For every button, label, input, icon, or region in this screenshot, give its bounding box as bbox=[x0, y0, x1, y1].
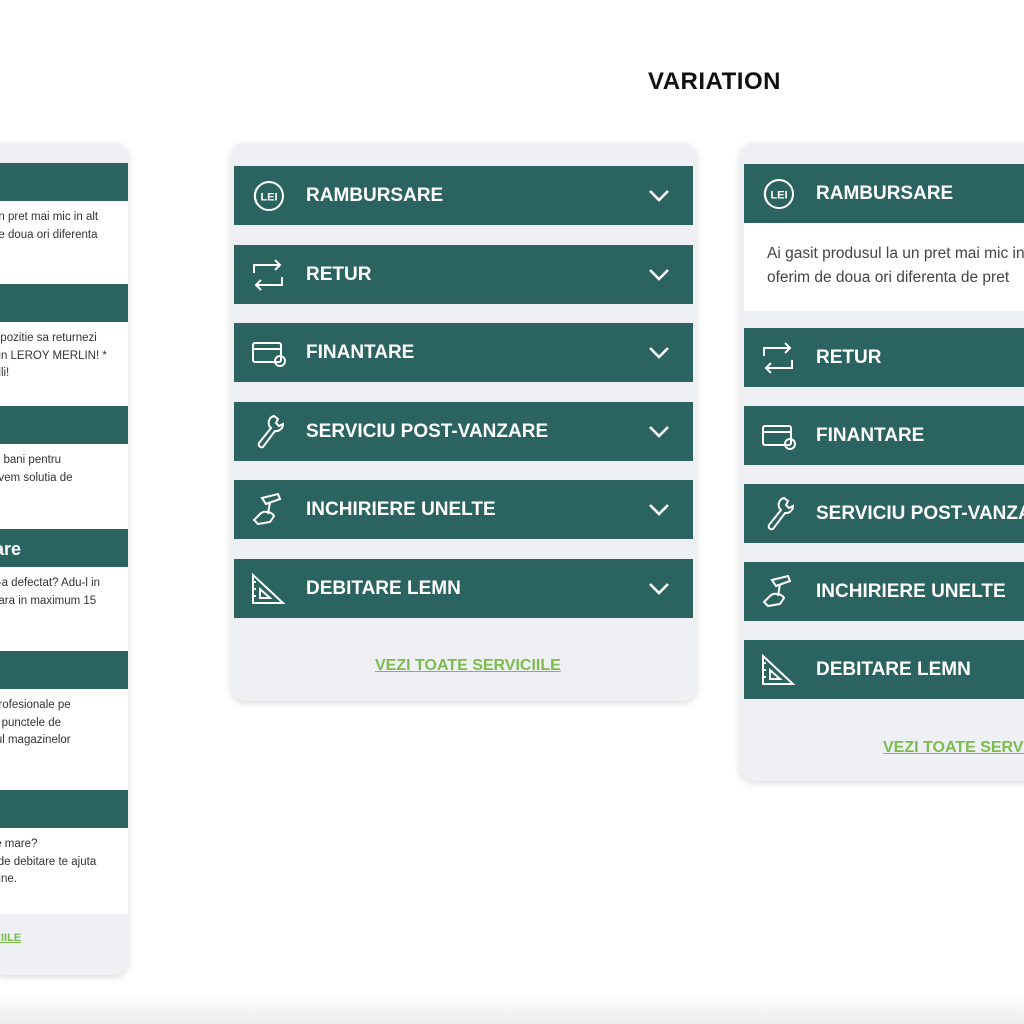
control-accordion-header[interactable] bbox=[0, 284, 128, 322]
accordion-label: RETUR bbox=[816, 346, 882, 368]
control-accordion-body: te mare? l de debitare te ajuta iune. bbox=[0, 828, 128, 914]
expanded-text-line: Ai gasit produsul la un pret mai mic in … bbox=[767, 245, 1024, 262]
variation-heading: VARIATION bbox=[648, 68, 781, 95]
accordion-item-debitare-lemn[interactable]: DEBITARE LEMN bbox=[234, 559, 693, 618]
accordion-label: INCHIRIERE UNELTE bbox=[306, 498, 496, 520]
svg-text:LEI: LEI bbox=[260, 191, 277, 203]
control-accordion-header[interactable]: are bbox=[0, 529, 128, 567]
accordion-label: RETUR bbox=[306, 263, 372, 285]
services-accordion-collapsed: LEI RAMBURSARE RETUR FINANTARE SERVICIU … bbox=[231, 143, 696, 701]
control-accordion-header[interactable] bbox=[0, 790, 128, 828]
control-see-all-link[interactable]: ICIILE bbox=[0, 932, 21, 944]
chevron-down-icon[interactable] bbox=[639, 490, 679, 530]
control-accordion-body: s-a defectat? Adu-l in para in maximum 1… bbox=[0, 567, 128, 655]
services-accordion-variation: LEI RAMBURSARE Ai gasit produsul la un p… bbox=[740, 143, 1024, 781]
accordion-label: INCHIRIERE UNELTE bbox=[816, 580, 1006, 602]
accordion-label: RAMBURSARE bbox=[816, 182, 954, 204]
chevron-down-icon[interactable] bbox=[639, 569, 679, 609]
control-accordion-body: ispozitie sa returnezi din LEROY MERLIN!… bbox=[0, 322, 128, 408]
chevron-down-icon[interactable] bbox=[639, 333, 679, 373]
accordion-item-retur[interactable]: RETUR bbox=[234, 245, 693, 304]
chevron-down-icon[interactable] bbox=[639, 176, 679, 216]
control-accordion-header[interactable] bbox=[0, 406, 128, 444]
set-square-icon bbox=[246, 567, 290, 611]
chevron-down-icon[interactable] bbox=[639, 412, 679, 452]
accordion-label: SERVICIU POST-VANZARE bbox=[306, 420, 549, 442]
accordion-label: RAMBURSARE bbox=[306, 184, 444, 206]
wrench-icon bbox=[246, 410, 290, 454]
accordion-label: FINANTARE bbox=[306, 341, 415, 363]
svg-text:LEI: LEI bbox=[770, 189, 787, 201]
chevron-down-icon[interactable] bbox=[639, 255, 679, 295]
accordion-item-finantare[interactable]: FINANTARE bbox=[744, 406, 1024, 465]
control-panel: un pret mai mic in alt de doua ori difer… bbox=[0, 143, 128, 975]
control-accordion-body: un pret mai mic in alt de doua ori difer… bbox=[0, 201, 128, 285]
accordion-label: SERVICIU POST-VANZARE bbox=[816, 502, 1024, 524]
hammer-hand-icon bbox=[756, 570, 800, 614]
accordion-item-rambursare[interactable]: LEI RAMBURSARE bbox=[234, 166, 693, 225]
accordion-label: FINANTARE bbox=[816, 424, 925, 446]
accordion-label: DEBITARE LEMN bbox=[816, 658, 971, 680]
see-all-services-link[interactable]: VEZI TOATE SERVICIILE bbox=[375, 657, 561, 675]
bottom-edge bbox=[0, 992, 1024, 1024]
accordion-item-retur[interactable]: RETUR bbox=[744, 328, 1024, 387]
set-square-icon bbox=[756, 648, 800, 692]
accordion-item-finantare[interactable]: FINANTARE bbox=[234, 323, 693, 382]
credit-card-icon bbox=[246, 331, 290, 375]
accordion-item-debitare-lemn[interactable]: DEBITARE LEMN bbox=[744, 640, 1024, 699]
accordion-item-inchiriere-unelte[interactable]: INCHIRIERE UNELTE bbox=[234, 480, 693, 539]
accordion-item-inchiriere-unelte[interactable]: INCHIRIERE UNELTE bbox=[744, 562, 1024, 621]
control-accordion-header[interactable] bbox=[0, 163, 128, 201]
return-arrows-icon bbox=[246, 253, 290, 297]
accordion-item-rambursare[interactable]: LEI RAMBURSARE bbox=[744, 164, 1024, 223]
control-accordion-body: profesionale pe a punctele de rul magazi… bbox=[0, 689, 128, 793]
lei-coin-icon: LEI bbox=[756, 172, 800, 216]
wrench-icon bbox=[756, 492, 800, 536]
control-accordion-header[interactable] bbox=[0, 651, 128, 689]
accordion-label: DEBITARE LEMN bbox=[306, 577, 461, 599]
expanded-text-line: oferim de doua ori diferenta de pret bbox=[767, 269, 1010, 286]
return-arrows-icon bbox=[756, 336, 800, 380]
accordion-expanded-content: Ai gasit produsul la un pret mai mic in … bbox=[744, 223, 1024, 311]
hammer-hand-icon bbox=[246, 488, 290, 532]
credit-card-icon bbox=[756, 414, 800, 458]
lei-coin-icon: LEI bbox=[246, 174, 290, 218]
see-all-services-link[interactable]: VEZI TOATE SERVICIILE bbox=[883, 739, 1024, 757]
control-accordion-body: lti bani pentru avem solutia de bbox=[0, 444, 128, 532]
accordion-item-serviciu-post-vanzare[interactable]: SERVICIU POST-VANZARE bbox=[234, 402, 693, 461]
accordion-item-serviciu-post-vanzare[interactable]: SERVICIU POST-VANZARE bbox=[744, 484, 1024, 543]
